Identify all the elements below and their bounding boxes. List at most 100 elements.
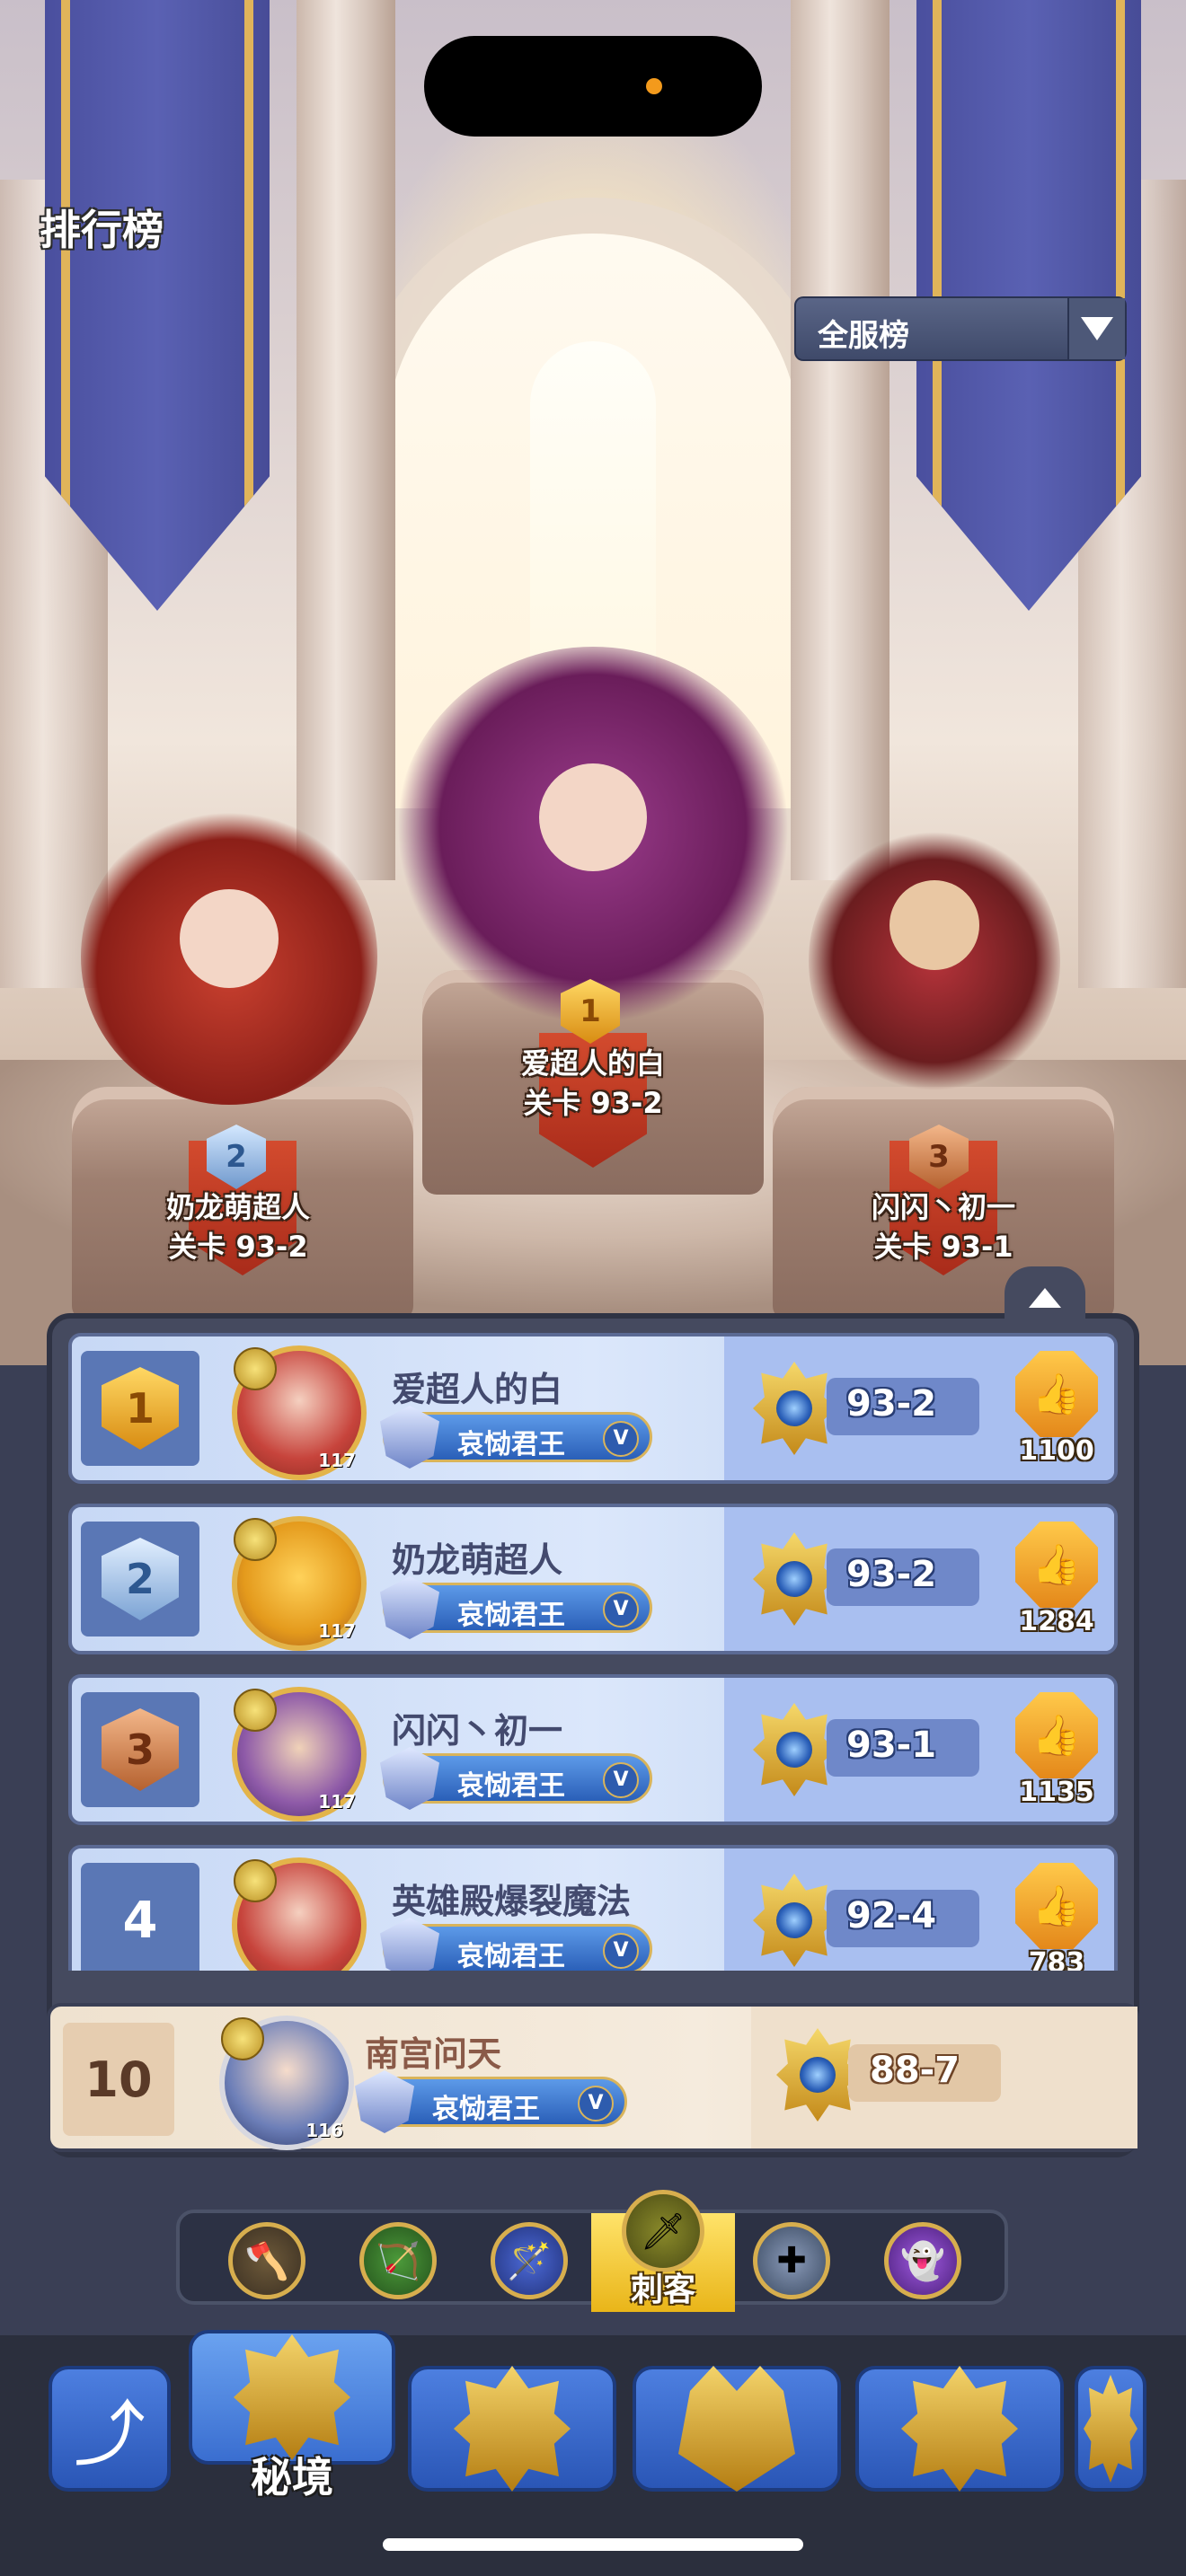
vip-crown-icon — [234, 1859, 277, 1902]
title-badge: 哀恸君王 V — [380, 1576, 652, 1639]
warrior-axe-icon[interactable]: 🪓 — [228, 2222, 305, 2299]
stage-emblem-icon — [753, 1362, 836, 1455]
vip-crown-icon — [234, 1689, 277, 1732]
star-emblem-icon — [901, 2366, 1018, 2492]
nav-tab-3[interactable] — [633, 2366, 841, 2492]
podium-rank-1-stage: 关卡 93-2 — [523, 1086, 663, 1120]
collapse-panel-button[interactable] — [1005, 1266, 1085, 1320]
dynamic-island — [424, 36, 762, 137]
hero-rank-1[interactable] — [395, 647, 791, 1024]
my-rank-number: 10 — [63, 2023, 174, 2136]
table-row[interactable]: 2 117 奶龙萌超人 哀恸君王 V 93-2 👍 1284 — [68, 1504, 1118, 1654]
player-level: 117 — [318, 1620, 356, 1642]
title-emblem-icon — [380, 1918, 439, 1971]
avatar[interactable]: 117 — [232, 1345, 367, 1480]
podium-rank-3-name: 闪闪丶初一 — [871, 1190, 1015, 1224]
avatar[interactable]: 117 — [232, 1516, 367, 1651]
assassin-blade-icon[interactable]: 🗡 — [622, 2190, 704, 2272]
summoner-ghost-icon[interactable]: 👻 — [884, 2222, 961, 2299]
stage-value: 93-2 — [846, 1383, 937, 1425]
camera-indicator-icon — [646, 78, 662, 94]
podium-rank-1-label: 爱超人的白 关卡 93-2 — [449, 1044, 737, 1123]
nav-tab-4[interactable] — [855, 2366, 1064, 2492]
pillar-right — [791, 0, 890, 880]
archer-bow-icon[interactable]: 🏹 — [359, 2222, 437, 2299]
leaderboard-list[interactable]: 1 117 爱超人的白 哀恸君王 V 93-2 👍 1100 2 117 奶龙萌超… — [68, 1333, 1118, 1971]
rank-number: 4 — [122, 1891, 158, 1950]
stage-emblem-icon — [776, 2028, 859, 2122]
rank-cell: 3 — [81, 1692, 199, 1807]
my-avatar[interactable]: 116 — [219, 2016, 354, 2150]
title-emblem-icon — [355, 2070, 414, 2133]
title-badge: 哀恸君王 V — [380, 1918, 652, 1971]
table-row[interactable]: 4 英雄殿爆裂魔法 哀恸君王 V 92-4 👍 783 — [68, 1845, 1118, 1971]
my-stage-value: 88-7 — [870, 2050, 960, 2091]
vip-crown-icon — [234, 1347, 277, 1390]
crown-emblem-icon — [678, 2366, 795, 2492]
player-name: 爱超人的白 — [392, 1370, 563, 1409]
title-badge: 哀恸君王 V — [380, 1747, 652, 1810]
like-button[interactable]: 👍 — [1015, 1522, 1098, 1608]
title-emblem-icon — [380, 1406, 439, 1469]
pillar-left — [296, 0, 395, 880]
podium-rank-2-name: 奶龙萌超人 — [165, 1190, 310, 1224]
player-level: 117 — [318, 1791, 356, 1813]
title-emblem-icon — [380, 1747, 439, 1810]
chevron-down-icon[interactable] — [1067, 298, 1125, 359]
vip-tag: V — [578, 2086, 614, 2122]
stage-emblem-icon — [753, 1874, 836, 1967]
scope-dropdown[interactable]: 全服榜 — [794, 296, 1127, 361]
back-arrow-icon: ⤴ — [74, 2393, 146, 2476]
stage-emblem-icon — [753, 1703, 836, 1796]
my-player-name: 南宫问天 — [365, 2034, 502, 2074]
table-row[interactable]: 1 117 爱超人的白 哀恸君王 V 93-2 👍 1100 — [68, 1333, 1118, 1484]
title-text: 哀恸君王 — [432, 2094, 540, 2125]
player-name: 英雄殿爆裂魔法 — [392, 1882, 632, 1921]
avatar[interactable]: 117 — [232, 1687, 367, 1822]
nav-secret-realm-label: 秘境 — [251, 2453, 333, 2501]
player-name: 奶龙萌超人 — [392, 1540, 563, 1580]
player-level: 117 — [318, 1450, 356, 1471]
gold-medal-icon: 1 — [102, 1367, 179, 1450]
class-tab-bar: 🪓 🏹 🪄 🗡 刺客 ✚ 👻 — [176, 2190, 1008, 2312]
vip-tag: V — [603, 1933, 639, 1969]
table-row[interactable]: 3 117 闪闪丶初一 哀恸君王 V 93-1 👍 1135 — [68, 1674, 1118, 1825]
priest-cross-icon[interactable]: ✚ — [753, 2222, 830, 2299]
stage-emblem-icon — [753, 1532, 836, 1626]
scope-dropdown-label: 全服榜 — [818, 318, 909, 354]
title-text: 哀恸君王 — [457, 1600, 565, 1631]
home-indicator[interactable] — [383, 2538, 803, 2551]
player-level: 116 — [305, 2120, 343, 2141]
vip-crown-icon — [234, 1518, 277, 1561]
like-count: 1100 — [1019, 1435, 1094, 1467]
title-badge: 哀恸君王 V — [380, 1406, 652, 1469]
my-rank-row[interactable]: 10 116 南宫问天 哀恸君王 V 88-7 — [47, 2003, 1139, 2152]
title-badge: 哀恸君王 V — [355, 2070, 627, 2133]
partial-emblem-icon — [1084, 2375, 1137, 2483]
thumbs-up-icon: 👍 — [1031, 1542, 1082, 1588]
like-count: 1284 — [1019, 1606, 1094, 1637]
avatar[interactable] — [232, 1857, 367, 1971]
hero-rank-2[interactable] — [81, 808, 377, 1105]
back-button[interactable]: ⤴ — [49, 2366, 171, 2492]
stage-value: 93-1 — [846, 1725, 937, 1766]
vip-crown-icon — [221, 2017, 264, 2060]
page-title: 排行榜 — [40, 206, 164, 254]
podium-rank-3-stage: 关卡 93-1 — [873, 1230, 1013, 1264]
podium-rank-2-label: 奶龙萌超人 关卡 93-2 — [99, 1187, 377, 1266]
mage-staff-icon[interactable]: 🪄 — [491, 2222, 568, 2299]
podium-rank-1-name: 爱超人的白 — [520, 1046, 665, 1081]
player-name: 闪闪丶初一 — [392, 1711, 563, 1751]
title-text: 哀恸君王 — [457, 1941, 565, 1971]
hero-rank-3[interactable] — [809, 826, 1060, 1096]
rank-cell: 2 — [81, 1522, 199, 1636]
like-button[interactable]: 👍 — [1015, 1692, 1098, 1778]
silver-medal-icon: 2 — [102, 1538, 179, 1620]
thumbs-up-icon: 👍 — [1031, 1883, 1082, 1929]
like-button[interactable]: 👍 — [1015, 1351, 1098, 1437]
nav-tab-5[interactable] — [1075, 2366, 1146, 2492]
vip-tag: V — [603, 1592, 639, 1628]
vip-tag: V — [603, 1762, 639, 1798]
tab-assassin-label[interactable]: 刺客 — [591, 2263, 735, 2310]
nav-tab-2[interactable] — [408, 2366, 616, 2492]
